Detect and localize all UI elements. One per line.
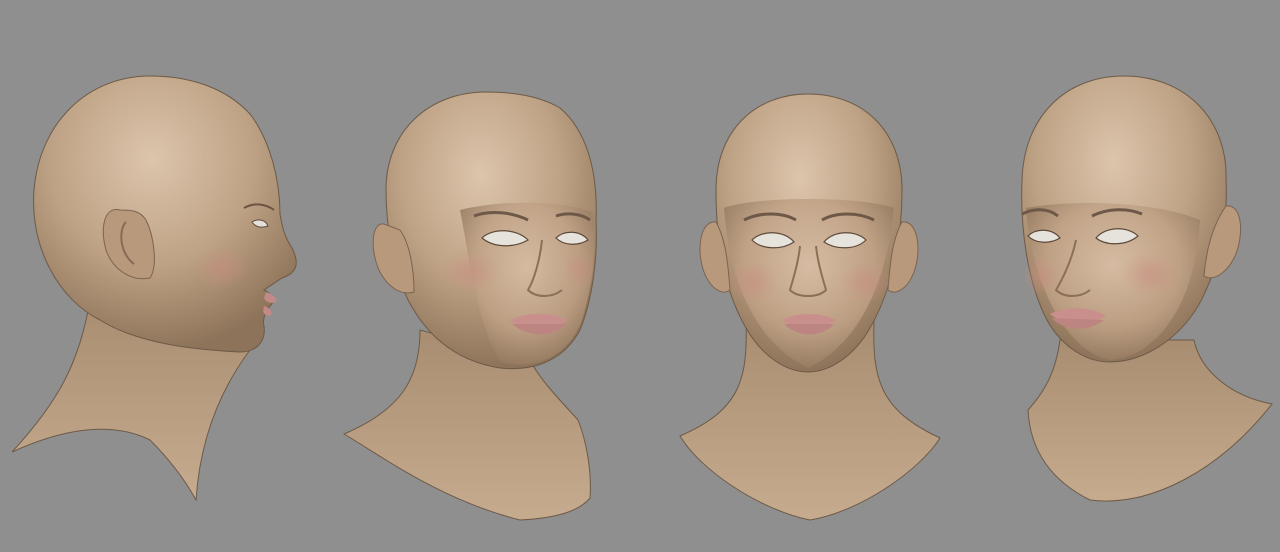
- profile-head: [33, 75, 297, 353]
- front-view: [679, 93, 941, 521]
- left-profile-view: [11, 75, 297, 502]
- head-turnaround-render: [11, 75, 1273, 521]
- tq-left-shoulders: [1027, 339, 1273, 502]
- render-viewport: [0, 0, 1280, 552]
- three-quarter-right-view: [342, 91, 597, 521]
- three-quarter-left-view: [1021, 75, 1273, 502]
